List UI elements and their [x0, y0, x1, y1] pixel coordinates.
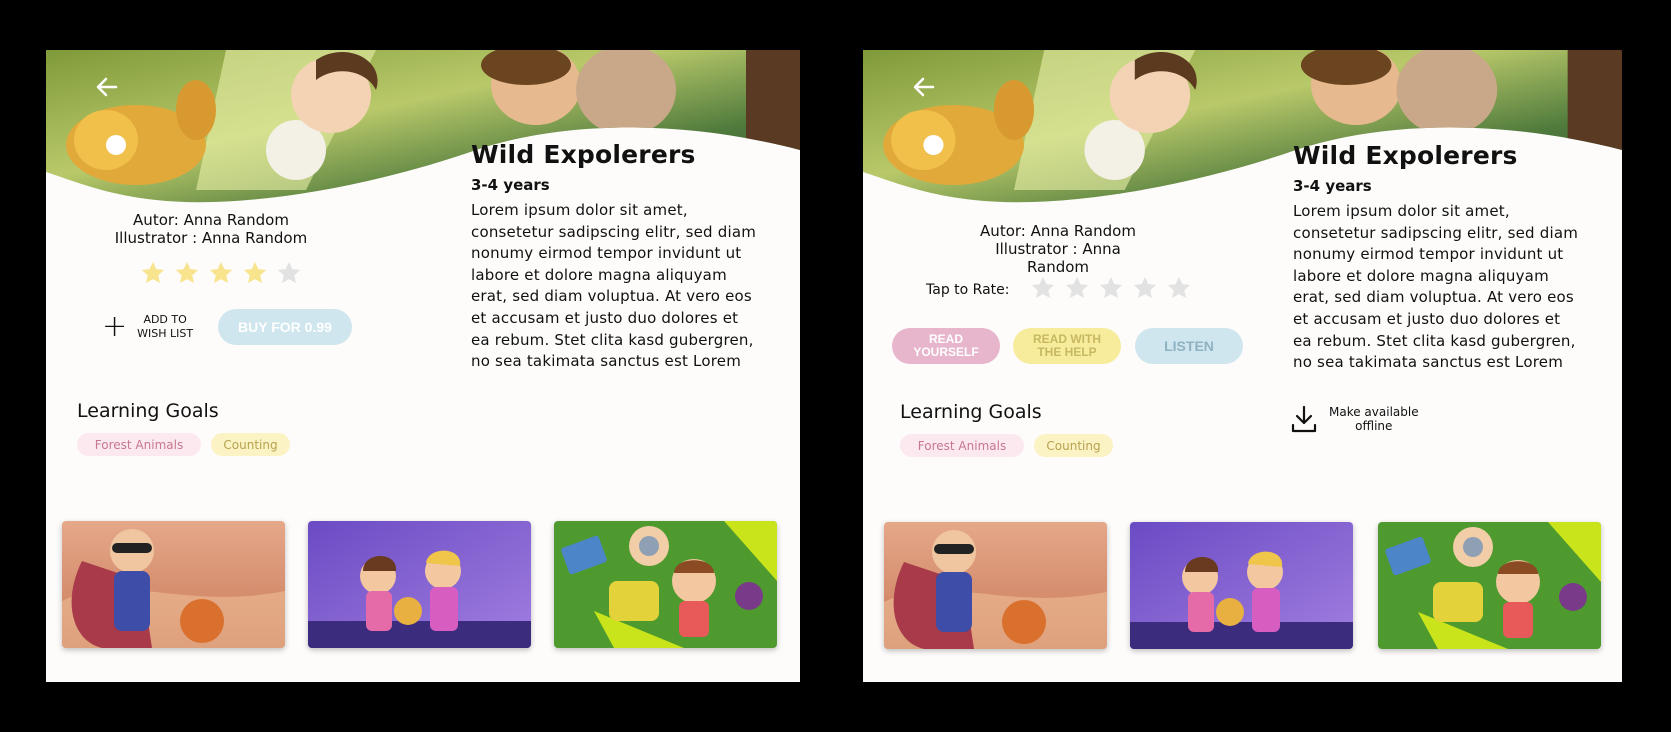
tag-counting[interactable]: Counting: [211, 433, 290, 456]
hero-illustration: [863, 50, 1622, 210]
tag-forest-animals[interactable]: Forest Animals: [77, 433, 201, 456]
credits: Autor: Anna Random Illustrator : Anna Ra…: [963, 222, 1153, 276]
offline-label-line2: offline: [1355, 419, 1393, 433]
read-help-line1: READ WITH: [1033, 332, 1101, 346]
star-rating: [140, 260, 302, 286]
star-rating-input[interactable]: [1030, 275, 1192, 301]
illustrator-line: Illustrator : Anna Random: [114, 229, 308, 247]
wishlist-label-line2: WISH LIST: [137, 327, 194, 340]
star-icon: [208, 260, 234, 286]
read-yourself-line1: READ: [928, 332, 963, 346]
author-line: Autor: Anna Random: [133, 211, 289, 229]
book-detail-screen-read: Wild Expolerers 3-4 years Lorem ipsum do…: [863, 50, 1622, 682]
book-description: Lorem ipsum dolor sit amet, consetetur s…: [1293, 202, 1579, 372]
book-title: Wild Expolerers: [1293, 141, 1518, 170]
download-icon: [1291, 405, 1317, 433]
illustrator-line: Illustrator : Anna Random: [995, 240, 1121, 276]
make-offline-button[interactable]: Make available offline: [1291, 405, 1419, 433]
author-line: Autor: Anna Random: [980, 222, 1136, 240]
related-book-thumbnail[interactable]: [62, 521, 285, 648]
related-book-thumbnail[interactable]: [554, 521, 777, 648]
read-with-help-button[interactable]: READ WITH THE HELP: [1013, 328, 1121, 364]
book-title: Wild Expolerers: [471, 140, 696, 169]
add-to-wishlist-button[interactable]: + ADD TO WISH LIST: [102, 309, 193, 344]
offline-label-line1: Make available: [1329, 405, 1419, 419]
wishlist-label-line1: ADD TO: [143, 313, 187, 326]
read-help-line2: THE HELP: [1037, 345, 1097, 359]
arrow-left-icon: [913, 77, 935, 97]
back-button[interactable]: [909, 72, 939, 102]
book-detail-screen-purchase: Wild Expolerers 3-4 years Lorem ipsum do…: [46, 50, 800, 682]
listen-button[interactable]: LISTEN: [1135, 328, 1243, 364]
star-icon[interactable]: [1132, 275, 1158, 301]
related-book-thumbnail[interactable]: [308, 521, 531, 648]
book-description: Lorem ipsum dolor sit amet, consetetur s…: [471, 201, 757, 371]
read-yourself-button[interactable]: READ YOURSELF: [892, 328, 1000, 364]
read-yourself-line2: YOURSELF: [913, 345, 979, 359]
related-book-thumbnail[interactable]: [1378, 522, 1601, 649]
star-icon: [276, 260, 302, 286]
star-icon[interactable]: [1030, 275, 1056, 301]
tag-counting[interactable]: Counting: [1034, 434, 1113, 457]
age-range: 3-4 years: [471, 176, 550, 194]
credits: Autor: Anna Random Illustrator : Anna Ra…: [106, 211, 316, 247]
arrow-left-icon: [96, 77, 118, 97]
related-book-thumbnail[interactable]: [884, 522, 1107, 649]
learning-goals-title: Learning Goals: [77, 400, 219, 422]
tag-forest-animals[interactable]: Forest Animals: [900, 434, 1024, 457]
offline-label: Make available offline: [1329, 405, 1419, 433]
star-icon: [140, 260, 166, 286]
back-button[interactable]: [92, 72, 122, 102]
buy-button[interactable]: BUY FOR 0.99: [218, 309, 352, 345]
hero-illustration: [46, 50, 800, 210]
wishlist-label: ADD TO WISH LIST: [137, 313, 193, 341]
related-book-thumbnail[interactable]: [1130, 522, 1353, 649]
learning-goals-title: Learning Goals: [900, 401, 1042, 423]
star-icon: [242, 260, 268, 286]
age-range: 3-4 years: [1293, 177, 1372, 195]
star-icon: [174, 260, 200, 286]
tap-to-rate-label: Tap to Rate:: [926, 282, 1010, 298]
star-icon[interactable]: [1064, 275, 1090, 301]
plus-icon: +: [102, 309, 128, 344]
star-icon[interactable]: [1098, 275, 1124, 301]
star-icon[interactable]: [1166, 275, 1192, 301]
